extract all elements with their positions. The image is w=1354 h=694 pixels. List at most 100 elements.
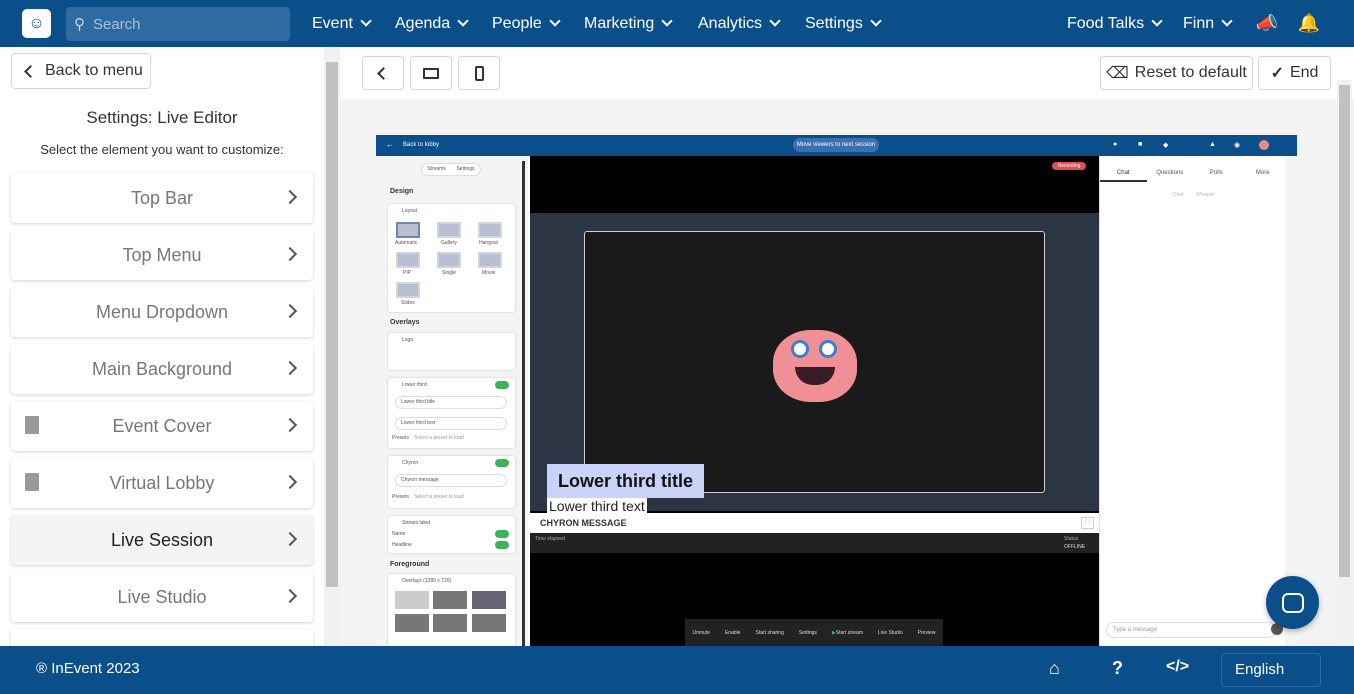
live-studio-button[interactable]: Live Studio [878, 630, 903, 636]
chevron-down-icon [661, 15, 673, 27]
headline-toggle[interactable] [495, 541, 509, 549]
chyron-toggle[interactable] [495, 459, 509, 467]
app-logo[interactable]: ☺ [22, 9, 51, 38]
user-menu[interactable]: Finn [1183, 0, 1233, 47]
support-chat-button[interactable] [1266, 576, 1319, 629]
chat-scrollbar[interactable] [1285, 156, 1297, 646]
check-icon: ✓ [1270, 65, 1284, 82]
unmute-button[interactable]: Unmute [692, 630, 710, 636]
chyron-card: Chyron Chyron message Presets Select a p… [388, 456, 515, 508]
tab-streams[interactable]: Streams [422, 164, 451, 175]
message-input[interactable]: Type a message [1106, 622, 1276, 638]
chyron-message: CHYRON MESSAGE [530, 513, 1099, 533]
panel-scrollbar[interactable] [522, 161, 525, 646]
search-box[interactable]: ⚲ Search [66, 7, 290, 41]
chevron-down-icon [1221, 15, 1233, 27]
overlay-option[interactable] [472, 591, 506, 609]
lower-third-toggle[interactable] [495, 381, 509, 389]
back-button[interactable] [362, 56, 404, 90]
sidebar-scroll-thumb[interactable] [326, 62, 338, 587]
help-icon[interactable]: ? [1112, 658, 1123, 679]
tab-questions[interactable]: Questions [1147, 156, 1194, 182]
sidebar-item-virtual-lobby[interactable]: Virtual Lobby [11, 458, 313, 508]
bell-icon[interactable]: ▲ [1209, 141, 1216, 148]
tab-polls[interactable]: Polls [1193, 156, 1240, 182]
subtab-whisper[interactable]: Whisper [1196, 192, 1214, 198]
tab-settings[interactable]: Settings [451, 164, 480, 175]
chevron-down-icon [1151, 15, 1163, 27]
right-tabs: Chat Questions Polls More [1100, 156, 1286, 182]
nav-agenda[interactable]: Agenda [395, 0, 469, 47]
lower-third-card: Lower third Lower third title Lower thir… [388, 378, 515, 448]
preset-select[interactable]: Select a preset to load [414, 435, 464, 441]
language-select[interactable]: English [1221, 653, 1321, 687]
laptop-icon [423, 67, 439, 79]
settings-button[interactable]: Settings [799, 630, 817, 636]
preview-left-panel: Streams Settings Design Layout Automatic… [376, 156, 528, 646]
name-toggle[interactable] [495, 530, 509, 538]
avatar[interactable] [1259, 140, 1269, 150]
nav-marketing[interactable]: Marketing [584, 0, 673, 47]
sidebar-item-next[interactable] [11, 629, 313, 646]
chyron-message-input[interactable]: Chyron message [395, 474, 507, 487]
code-icon[interactable]: </> [1166, 658, 1189, 676]
layout-automatic[interactable] [396, 222, 420, 238]
chevron-right-icon [282, 588, 298, 604]
start-sharing-button[interactable]: Start sharing [756, 630, 784, 636]
nav-analytics[interactable]: Analytics [698, 0, 781, 47]
chyron-preset-select[interactable]: Select a preset to load [414, 494, 464, 500]
arrow-left-icon[interactable]: ← [386, 140, 394, 149]
lower-third-title-input[interactable]: Lower third title [395, 396, 507, 409]
nav-people[interactable]: People [492, 0, 561, 47]
search-input[interactable]: Search [93, 16, 141, 33]
tab-more[interactable]: More [1240, 156, 1287, 182]
sidebar-item-live-session[interactable]: Live Session [11, 515, 313, 565]
enable-camera-button[interactable]: Enable [725, 630, 741, 636]
tab-chat[interactable]: Chat [1100, 156, 1147, 182]
layout-gallery[interactable] [437, 222, 461, 238]
bell-icon[interactable]: 🔔 [1294, 0, 1324, 47]
back-to-menu-button[interactable]: Back to menu [11, 53, 151, 89]
overlay-option[interactable] [433, 614, 467, 632]
back-to-lobby-link[interactable]: Back to lobby [403, 142, 439, 148]
sidebar-item-event-cover[interactable]: Event Cover [11, 401, 313, 451]
design-heading: Design [390, 188, 414, 195]
sidebar-item-main-background[interactable]: Main Background [11, 344, 313, 394]
globe-icon[interactable]: ◉ [1234, 141, 1240, 149]
preview-button[interactable]: Preview [918, 630, 936, 636]
layout-hangout[interactable] [478, 222, 502, 238]
reset-to-default-button[interactable]: ⌫ Reset to default [1100, 56, 1253, 90]
no-overlay-option[interactable] [395, 591, 429, 609]
ticket-icon[interactable]: ■ [1138, 141, 1142, 148]
overlay-option[interactable] [472, 614, 506, 632]
main-scroll-thumb[interactable] [1339, 85, 1350, 577]
overlay-option[interactable] [395, 614, 429, 632]
layout-single[interactable] [437, 252, 461, 268]
start-stream-button[interactable]: ▶Start stream [832, 630, 863, 636]
search-icon: ⚲ [74, 16, 85, 33]
megaphone-icon[interactable]: 📣 [1252, 0, 1282, 47]
sidebar-item-live-studio[interactable]: Live Studio [11, 572, 313, 622]
end-button[interactable]: ✓ End [1258, 56, 1331, 90]
sidebar-item-menu-dropdown[interactable]: Menu Dropdown [11, 287, 313, 337]
sidebar-item-top-menu[interactable]: Top Menu [11, 230, 313, 280]
diamond-icon[interactable]: ◆ [1163, 141, 1168, 149]
layout-movie[interactable] [478, 252, 502, 268]
layout-slides[interactable] [396, 282, 420, 298]
layout-pip[interactable] [396, 252, 420, 268]
desktop-view-button[interactable] [410, 56, 452, 90]
nav-settings[interactable]: Settings [805, 0, 882, 47]
home-icon[interactable]: ⌂ [1049, 658, 1060, 679]
subtab-chat[interactable]: Chat [1173, 192, 1184, 198]
overlay-option[interactable] [433, 591, 467, 609]
fullscreen-icon[interactable]: ⛶ [1081, 517, 1094, 529]
sidebar-item-top-bar[interactable]: Top Bar [11, 173, 313, 223]
chevron-down-icon [870, 15, 882, 27]
move-viewers-button[interactable]: Move viewers to next session [793, 138, 879, 152]
nav-event[interactable]: Event [312, 0, 372, 47]
event-selector[interactable]: Food Talks [1067, 0, 1163, 47]
mobile-view-button[interactable] [458, 56, 500, 90]
chat-icon[interactable]: ● [1113, 141, 1117, 148]
document-icon [25, 473, 39, 491]
lower-third-text-input[interactable]: Lower third text [395, 417, 507, 430]
